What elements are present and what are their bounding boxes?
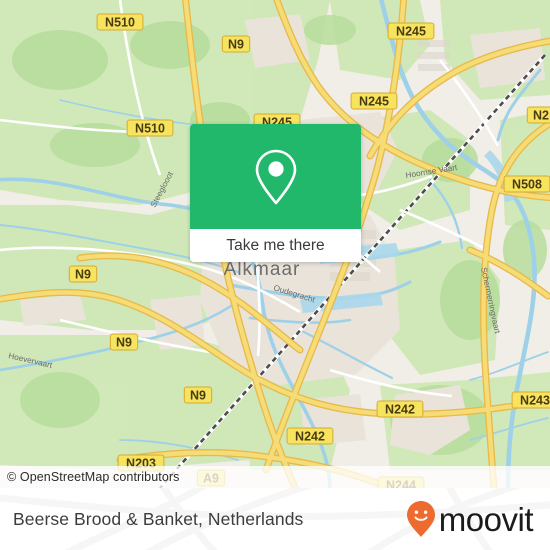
road-shield-label: N508 [512,178,542,192]
map-city-label: Alkmaar [224,259,301,280]
take-me-there-label: Take me there [226,236,325,254]
moovit-logo[interactable]: moovit [406,488,534,550]
take-me-there-card[interactable]: Take me there [190,124,361,262]
road-shield-label: N242 [385,403,415,417]
place-title-text: Beerse Brood & Banket, Netherlands [13,508,304,529]
road-shield-label: N510 [135,122,165,136]
road-shield: N510 [96,13,144,31]
road-shield: N243 [511,391,550,409]
road-shield: N245 [350,92,398,110]
card-pin-panel [190,124,361,229]
road-shield: N9 [68,265,98,283]
road-shield-label: N510 [105,16,135,30]
road-shield-label: N9 [75,268,91,282]
road-shield: N510 [126,119,174,137]
moovit-wordmark: moovit [438,500,534,538]
road-shield-label: N245 [396,25,426,39]
road-shield: N9 [183,386,213,404]
road-shield-label: N243 [520,394,550,408]
moovit-smiley-pin-icon [406,501,435,537]
road-shield-label: N2 [533,109,549,123]
road-shield-label: N242 [295,430,325,444]
road-shield-label: N9 [190,389,206,403]
road-shield-label: N9 [228,38,244,52]
moovit-map-screenshot: Alkmaar Hoornse Vaart Schermerringvaart Ou… [0,0,550,550]
road-shield: N2 [526,106,550,124]
road-shield: N242 [286,427,334,445]
road-shield-label: N245 [359,95,389,109]
road-shield: N9 [109,333,139,351]
road-shield: N9 [221,35,251,53]
osm-attribution-text: © OpenStreetMap contributors [7,470,180,484]
road-shield: N242 [376,400,424,418]
road-shield: N508 [503,175,550,193]
osm-attribution[interactable]: © OpenStreetMap contributors [0,466,550,488]
location-pin-icon [255,149,296,204]
footer-bar: Beerse Brood & Banket, Netherlands moovi… [0,488,550,550]
road-shield-label: N9 [116,336,132,350]
take-me-there-button[interactable]: Take me there [190,229,361,262]
place-title: Beerse Brood & Banket, Netherlands [13,488,303,550]
road-shield: N245 [387,22,435,40]
